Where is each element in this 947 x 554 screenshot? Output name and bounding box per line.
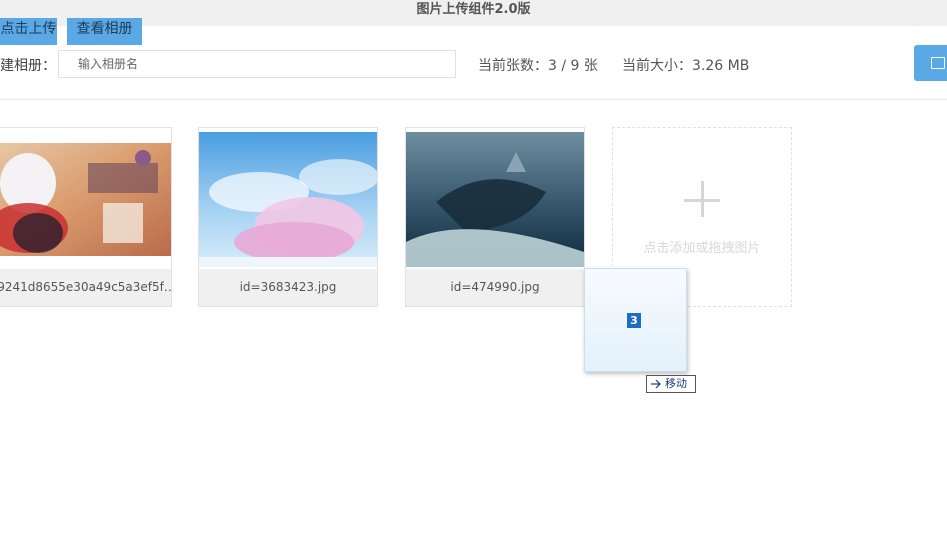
image-thumbnail — [406, 132, 584, 267]
album-label: 建相册： — [0, 58, 56, 74]
upload-button[interactable]: 点击上传 — [0, 18, 57, 45]
view-album-button[interactable]: 查看相册 — [67, 18, 142, 45]
plus-icon-vertical — [701, 181, 704, 217]
image-action-button[interactable] — [914, 45, 947, 81]
drag-count-badge: 3 — [627, 313, 641, 328]
window-title: 图片上传组件2.0版 — [0, 0, 947, 26]
arrow-right-icon — [651, 379, 661, 389]
image-card[interactable]: id=474990.jpg — [405, 127, 585, 307]
image-filename: id=474990.jpg — [406, 269, 584, 306]
divider — [0, 99, 947, 100]
image-thumbnail — [0, 143, 171, 256]
album-name-input[interactable] — [58, 50, 456, 78]
add-image-hint: 点击添加或拖拽图片 — [643, 241, 761, 256]
photo-count-status: 当前张数：3 / 9 张 — [478, 58, 598, 74]
image-card[interactable]: f9241d8655e30a49c5a3ef5f… — [0, 127, 172, 307]
image-card[interactable]: id=3683423.jpg — [198, 127, 378, 307]
image-filename: id=3683423.jpg — [199, 269, 377, 306]
drag-move-tooltip: 移动 — [646, 375, 696, 393]
image-icon — [931, 57, 945, 69]
drag-move-label: 移动 — [665, 377, 687, 390]
total-size-status: 当前大小：3.26 MB — [622, 58, 750, 74]
image-filename: f9241d8655e30a49c5a3ef5f… — [0, 269, 171, 306]
image-thumbnail — [199, 132, 377, 267]
